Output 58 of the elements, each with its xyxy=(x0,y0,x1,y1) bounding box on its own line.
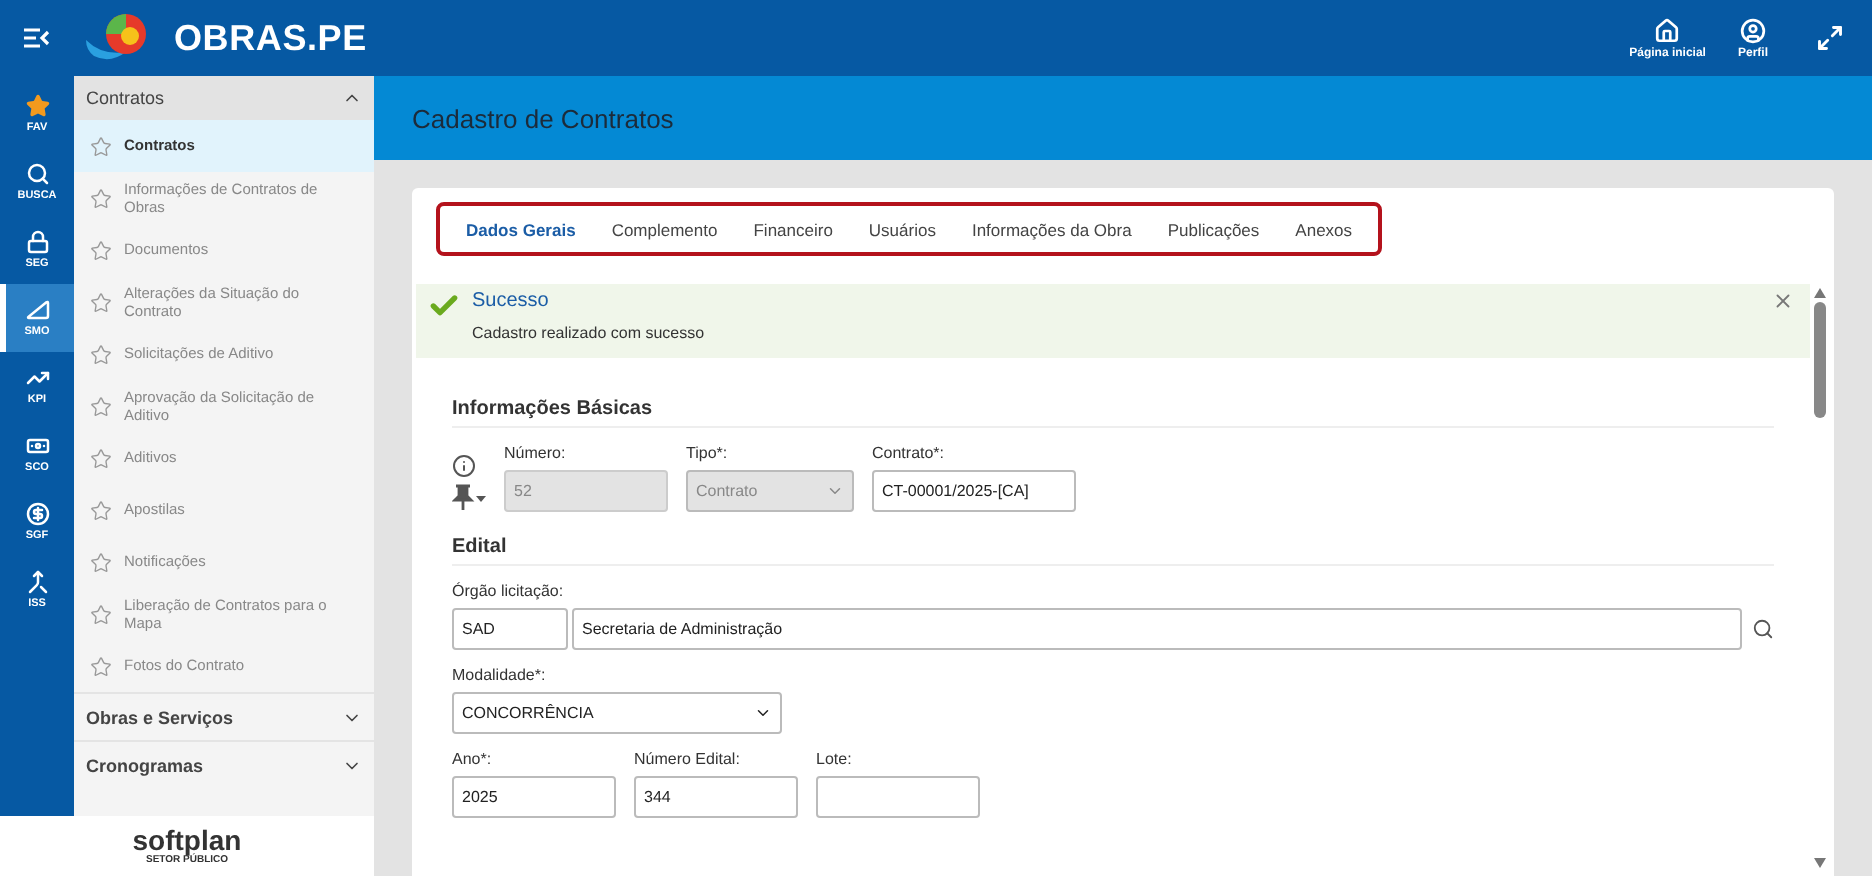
menu-icon xyxy=(24,28,50,48)
chevron-icon xyxy=(826,482,844,500)
section-title: Edital xyxy=(452,512,1774,566)
field-label: Modalidade*: xyxy=(452,666,548,684)
star-icon xyxy=(90,187,112,209)
tab[interactable]: Informações da Obra xyxy=(953,219,1150,239)
field-label: Ano*: xyxy=(452,750,494,768)
code-field[interactable]: SAD xyxy=(452,608,568,650)
section-title: Informações Básicas xyxy=(452,358,1774,428)
alert-title: Sucesso xyxy=(472,290,551,312)
merge-icon xyxy=(25,570,49,594)
star-icon xyxy=(90,603,112,625)
star-icon xyxy=(90,291,112,313)
lock-icon xyxy=(25,230,49,254)
select-field[interactable]: CONCORRÊNCIA xyxy=(452,692,782,734)
close-icon xyxy=(1772,290,1794,312)
home-icon xyxy=(1654,17,1681,43)
field-label: Lote: xyxy=(816,750,854,768)
tab[interactable]: Dados Gerais xyxy=(448,219,594,239)
alert-message: Cadastro realizado com sucesso xyxy=(472,324,707,342)
star-icon xyxy=(90,395,112,417)
trend-chart-icon xyxy=(25,366,49,390)
chevron-icon xyxy=(754,704,772,722)
star-icon xyxy=(90,343,112,365)
menu-group-header[interactable]: Contratos xyxy=(74,76,374,120)
tab[interactable]: Publicações xyxy=(1149,219,1278,239)
star-icon xyxy=(90,447,112,469)
name-field[interactable]: Secretaria de Administração xyxy=(572,608,1742,650)
tab[interactable]: Usuários xyxy=(850,219,954,239)
text-field[interactable]: CT-00001/2025-[CA] xyxy=(872,470,1076,512)
banknote-icon xyxy=(25,434,49,458)
tab[interactable]: Complemento xyxy=(593,219,736,239)
text-field[interactable] xyxy=(816,776,980,818)
star-icon xyxy=(90,239,112,261)
search-icon[interactable] xyxy=(1752,618,1774,640)
user-icon xyxy=(1739,17,1766,43)
tab[interactable]: Financeiro xyxy=(735,219,851,239)
star-icon xyxy=(90,499,112,521)
field-label: Contrato*: xyxy=(872,444,947,462)
field-label: Órgão licitação: xyxy=(452,582,566,600)
text-field[interactable]: 344 xyxy=(634,776,798,818)
page-title: Cadastro de Contratos xyxy=(412,103,674,133)
field-label: Número: xyxy=(504,444,568,462)
search-icon xyxy=(25,162,49,186)
app-logo-text: OBRAS.PE xyxy=(174,17,367,59)
brand-name: softplan xyxy=(132,826,242,854)
tab[interactable]: Anexos xyxy=(1277,219,1371,239)
dollar-icon xyxy=(25,502,49,526)
info-icon[interactable] xyxy=(452,454,476,478)
star-icon xyxy=(90,655,112,677)
star-icon xyxy=(90,135,112,157)
text-field[interactable]: 2025 xyxy=(452,776,616,818)
expand-icon[interactable] xyxy=(1816,24,1844,52)
field-label: Tipo*: xyxy=(686,444,730,462)
field-label: Número Edital: xyxy=(634,750,742,768)
pin-dropdown-icon[interactable] xyxy=(452,484,488,512)
star-icon xyxy=(90,551,112,573)
star-icon xyxy=(25,94,49,118)
